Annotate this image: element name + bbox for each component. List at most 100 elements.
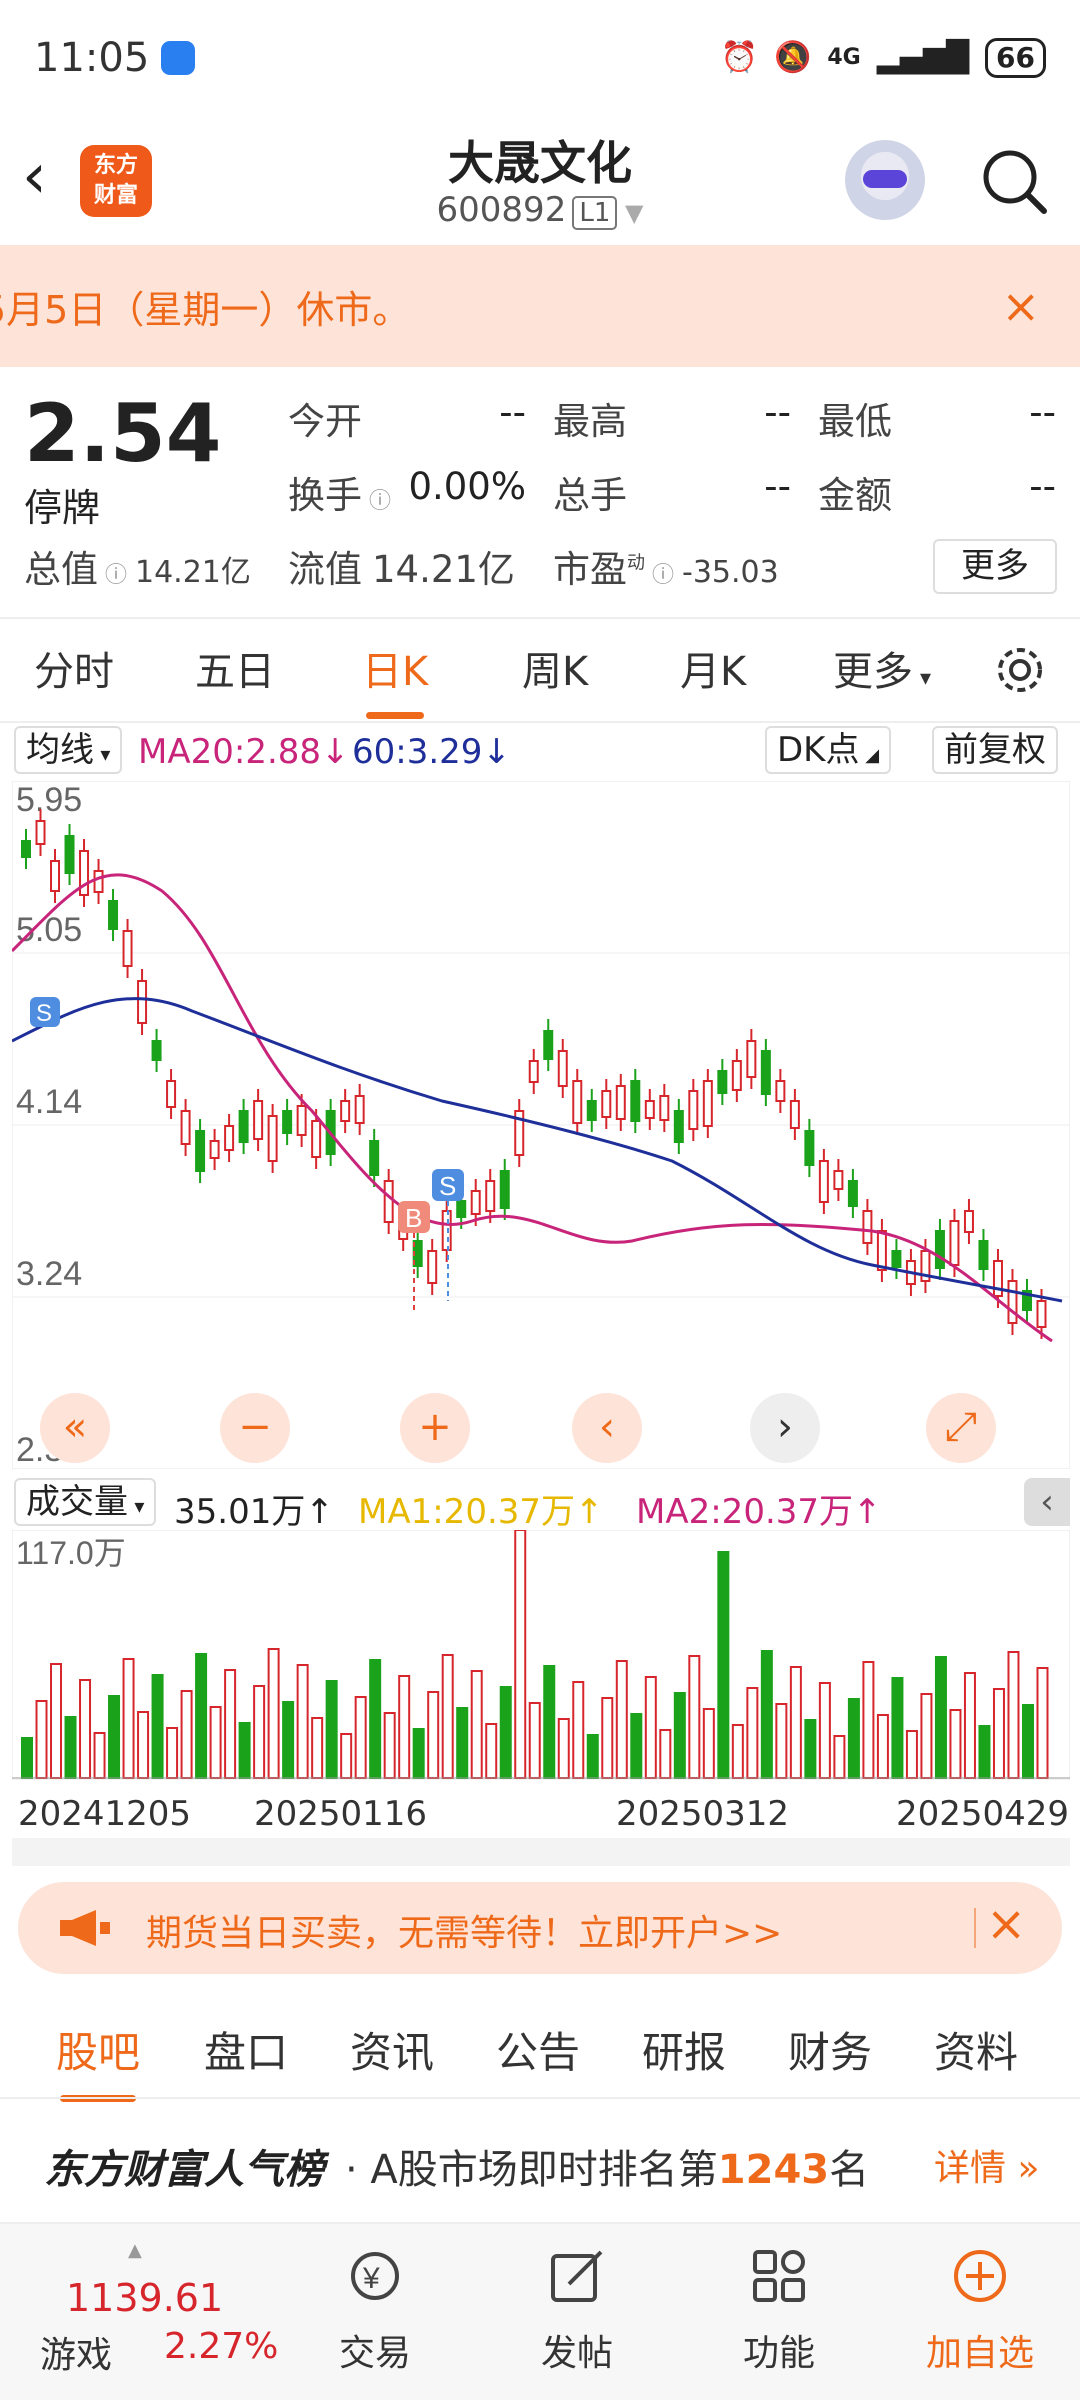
collapse-panel-icon[interactable]: ‹ (1024, 1478, 1070, 1526)
price-adjust-button[interactable]: 前复权 (932, 726, 1058, 774)
tab-guba[interactable]: 股吧 (56, 2019, 140, 2102)
nav-trade[interactable]: ¥ 交易 (295, 2224, 455, 2402)
nav-add-watchlist[interactable]: 加自选 (900, 2224, 1060, 2402)
nav-functions[interactable]: 功能 (699, 2224, 859, 2402)
zoom-in-button[interactable]: + (400, 1393, 470, 1463)
settings-gear-icon[interactable] (990, 640, 1050, 700)
turnover-field: 换手 ⓘ 0.00% (288, 465, 526, 519)
ma-selector[interactable]: 均线 ▾ (14, 726, 123, 774)
volume-bar (688, 1655, 701, 1779)
tab-five-day[interactable]: 五日 (195, 639, 275, 697)
more-quote-button[interactable]: 更多 (933, 539, 1057, 594)
tab-announcements[interactable]: 公告 (496, 2019, 580, 2080)
tab-finance[interactable]: 财务 (788, 2019, 872, 2080)
tab-orderbook[interactable]: 盘口 (204, 2019, 288, 2080)
volume-bar (876, 1714, 889, 1779)
volume-selector[interactable]: 成交量 ▾ (14, 1478, 157, 1526)
tab-monthly-k[interactable]: 月K (680, 639, 746, 697)
trading-status: 停牌 (24, 486, 101, 530)
pe-sup: 动 (627, 552, 645, 574)
volume-bar (630, 1713, 643, 1779)
candle-body (862, 1210, 873, 1244)
rank-prefix: · A股市场即时排名第 (345, 2147, 718, 2193)
level-badge: L1 (572, 196, 618, 230)
notice-close-icon[interactable]: × (1001, 279, 1040, 333)
mktcap-field: 总值 ⓘ 14.21亿 (24, 539, 274, 593)
volume-bar (862, 1661, 875, 1779)
info-tabs: 股吧 盘口 资讯 公告 研报 财务 资料 (0, 1993, 1080, 2102)
high-label: 最高 (553, 400, 627, 443)
tab-research[interactable]: 研报 (642, 2019, 726, 2080)
fullscreen-icon[interactable]: ⤢ (926, 1393, 996, 1463)
scroll-left-button[interactable]: ‹ (572, 1393, 642, 1463)
nav-post[interactable]: 发帖 (497, 2224, 657, 2402)
info-icon[interactable]: ⓘ (645, 563, 674, 588)
float-value: 14.21亿 (372, 548, 515, 591)
candlestick-chart[interactable]: 5.95 5.05 4.14 3.24 2.33 B S T S (12, 781, 1070, 1469)
bottom-navigation: ▲ 1139.61 游戏 2.27% ¥ 交易 发帖 功能 加自选 (0, 2222, 1080, 2400)
trade-marker-s-left[interactable]: S (30, 997, 60, 1027)
candle-body (166, 1080, 177, 1108)
y-tick: 3.24 (16, 1255, 82, 1293)
dropdown-icon: ▾ (128, 1494, 145, 1518)
candle-body (804, 1130, 815, 1166)
index-name: 游戏 (40, 2335, 113, 2376)
dk-point-selector[interactable]: DK点 ◢ (765, 726, 892, 774)
candle-body (369, 1140, 380, 1176)
candle-body (50, 860, 61, 892)
megaphone-icon (60, 1910, 110, 1946)
candle-body (847, 1180, 858, 1207)
candle-body (340, 1100, 351, 1122)
assistant-robot-icon[interactable] (845, 140, 925, 220)
candle-body (731, 1060, 742, 1091)
candle-body (485, 1180, 496, 1212)
search-icon[interactable] (978, 145, 1050, 217)
trade-yen-icon: ¥ (351, 2252, 399, 2300)
tab-news[interactable]: 资讯 (350, 2019, 434, 2080)
volume-bar (137, 1711, 150, 1779)
tab-intraday[interactable]: 分时 (34, 639, 114, 697)
ma60-value: 60:3.29↓ (352, 732, 511, 772)
volume-bar (717, 1551, 730, 1779)
futures-ad-banner[interactable]: 期货当日买卖，无需等待！立即开户>> × (18, 1882, 1062, 1974)
candle-body (1036, 1300, 1047, 1328)
volume-bar (398, 1675, 411, 1779)
zoom-out-button[interactable]: − (220, 1393, 290, 1463)
volume-bar (659, 1729, 672, 1779)
volume-bar (644, 1676, 657, 1779)
candle-body (122, 930, 133, 967)
corner-arrow-icon: ◢ (859, 745, 880, 766)
volume-bar (122, 1658, 135, 1779)
candle-body (180, 1110, 191, 1145)
candle-body (876, 1230, 887, 1271)
scroll-right-button[interactable]: › (750, 1393, 820, 1463)
scroll-far-left-button[interactable]: « (40, 1393, 110, 1463)
tab-profile[interactable]: 资料 (934, 2019, 1018, 2080)
tab-weekly-k[interactable]: 周K (522, 639, 588, 697)
volume-bar (151, 1674, 164, 1779)
info-icon[interactable]: ⓘ (362, 489, 391, 514)
dropdown-icon: ▼ (617, 199, 644, 227)
ad-close-icon[interactable]: × (986, 1896, 1026, 1952)
ma-indicator-bar: 均线 ▾ MA20:2.88↓ 60:3.29↓ DK点 ◢ 前复权 (0, 724, 1080, 776)
sector-index-widget[interactable]: ▲ 1139.61 游戏 2.27% (0, 2224, 300, 2402)
rank-detail-link[interactable]: 详情 » (934, 2139, 1039, 2191)
candle-body (528, 1060, 539, 1083)
volume-selector-label: 成交量 (26, 1482, 128, 1522)
tab-more[interactable]: 更多 ▾ (833, 639, 931, 697)
candle-body (775, 1080, 786, 1102)
candle-body (195, 1130, 206, 1172)
pe-value: -35.03 (682, 555, 779, 590)
popularity-rank-row[interactable]: 东方财富人气榜 · A股市场即时排名第1243名 详情 » (0, 2097, 1080, 2222)
nav-add-watchlist-label: 加自选 (925, 2333, 1034, 2374)
volume-chart[interactable]: 117.0万 (12, 1530, 1070, 1780)
tab-daily-k[interactable]: 日K (362, 639, 428, 719)
info-icon[interactable]: ⓘ (98, 563, 127, 588)
volume-bar (963, 1672, 976, 1779)
float-label: 流值 (288, 548, 362, 591)
volume-bar (93, 1732, 106, 1779)
volume-bar (1021, 1704, 1034, 1779)
float-field: 流值 14.21亿 (288, 539, 548, 593)
candle-body (601, 1090, 612, 1118)
volume-bar (224, 1669, 237, 1779)
